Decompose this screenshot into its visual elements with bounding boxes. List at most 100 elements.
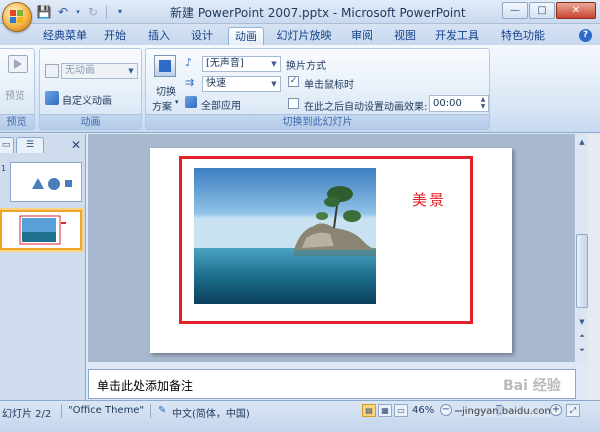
preview-group: 预览 预览 xyxy=(0,48,35,130)
slide-counter: 幻灯片 2/2 xyxy=(2,409,52,420)
transition-group-label: 切换到此幻灯片 xyxy=(146,114,489,129)
office-button[interactable] xyxy=(2,2,32,32)
slide-canvas[interactable]: 美景 xyxy=(150,148,512,353)
theme-name[interactable]: "Office Theme" xyxy=(68,405,144,416)
quick-access-toolbar: 💾 ↶ ▾ ↻ ▾ xyxy=(36,4,128,20)
chevron-down-icon: ▼ xyxy=(271,80,277,88)
slideshow-view-icon[interactable]: ▭ xyxy=(394,404,408,417)
spell-check-icon[interactable]: ✎ xyxy=(158,405,166,416)
zoom-out-icon[interactable]: − xyxy=(440,404,452,416)
baidu-watermark: Bai 经验 xyxy=(503,378,561,394)
customize-qat-icon[interactable]: ▾ xyxy=(112,4,128,20)
office-logo-icon xyxy=(10,10,24,24)
sound-combo[interactable]: [无声音] ▼ xyxy=(202,56,281,72)
apply-all-icon xyxy=(185,96,197,108)
speed-combo[interactable]: 快速 ▼ xyxy=(202,76,281,92)
preview-icon xyxy=(8,55,28,73)
tab-features[interactable]: 特色功能 xyxy=(495,27,551,45)
tab-home[interactable]: 开始 xyxy=(98,27,132,45)
tab-animation[interactable]: 动画 xyxy=(228,27,264,45)
circle-shape xyxy=(48,178,60,190)
save-icon[interactable]: 💾 xyxy=(36,4,52,20)
outline-tab[interactable]: ☰ xyxy=(16,137,44,153)
triangle-shape xyxy=(32,178,44,189)
ribbon-tabs: 经典菜单 开始 插入 设计 动画 幻灯片放映 审阅 视图 开发工具 特色功能 ? xyxy=(0,24,600,45)
watermark-url: jingyan.baidu.com xyxy=(462,406,555,417)
auto-after-time-input[interactable]: 00:00 ▲ ▼ xyxy=(429,95,489,112)
sound-combo-value: [无声音] xyxy=(206,58,244,69)
apply-all-button[interactable]: 全部应用 xyxy=(201,97,241,112)
scroll-thumb[interactable] xyxy=(576,234,588,308)
restore-button[interactable]: □ xyxy=(529,2,555,19)
slide-1-shapes xyxy=(32,178,72,190)
help-icon[interactable]: ? xyxy=(579,29,592,42)
animation-group-label: 动画 xyxy=(40,114,141,129)
close-icon[interactable]: ✕ xyxy=(71,138,81,152)
custom-animation-icon xyxy=(45,91,59,105)
animation-effect-icon xyxy=(45,64,59,78)
tab-insert[interactable]: 插入 xyxy=(142,27,176,45)
zoom-level[interactable]: 46% xyxy=(412,405,434,416)
chevron-down-icon: ▼ xyxy=(128,67,134,75)
zoom-in-icon[interactable]: + xyxy=(550,404,562,416)
transition-group: 切换 方案 ▾ ♪ [无声音] ▼ ⇉ 快速 ▼ 全部应用 换片方式 ✓ 单击鼠… xyxy=(145,48,490,130)
ribbon: 预览 预览 无动画 ▼ 自定义动画 动画 切换 方案 ▾ ♪ [无声音] ▼ ⇉… xyxy=(0,45,600,133)
slide-number-1: 1 xyxy=(1,164,7,173)
preview-group-label: 预览 xyxy=(0,114,34,129)
undo-icon[interactable]: ↶ xyxy=(55,4,71,20)
slide-thumbnail-1[interactable] xyxy=(10,162,82,202)
minimize-button[interactable]: — xyxy=(502,2,528,19)
previous-slide-icon[interactable]: ⏶ xyxy=(576,330,588,342)
transition-scheme-icon xyxy=(154,55,176,77)
scroll-down-icon[interactable]: ▼ xyxy=(576,316,588,328)
on-click-label: 单击鼠标时 xyxy=(304,80,354,91)
title-bar: 💾 ↶ ▾ ↻ ▾ 新建 PowerPoint 2007.pptx - Micr… xyxy=(0,0,600,32)
tab-design[interactable]: 设计 xyxy=(185,27,219,45)
window-title: 新建 PowerPoint 2007.pptx - Microsoft Powe… xyxy=(170,6,466,20)
transition-scheme-label[interactable]: 切换 xyxy=(156,83,176,98)
panel-tabs: ▭ ☰ ✕ xyxy=(0,136,86,154)
tab-view[interactable]: 视图 xyxy=(388,27,422,45)
slides-tab[interactable]: ▭ xyxy=(0,137,14,153)
on-click-checkbox[interactable]: ✓ xyxy=(288,76,299,87)
scroll-up-icon[interactable]: ▲ xyxy=(576,136,588,148)
slide-sorter-icon[interactable]: ▦ xyxy=(378,404,392,417)
chevron-down-icon: ▾ xyxy=(175,98,179,106)
next-slide-icon[interactable]: ⏷ xyxy=(576,344,588,356)
transition-scheme-label-2[interactable]: 方案 xyxy=(152,98,172,113)
slide-thumbnail-2[interactable] xyxy=(0,210,82,250)
advance-slide-title: 换片方式 xyxy=(286,61,326,72)
animation-group: 无动画 ▼ 自定义动画 动画 xyxy=(39,48,142,130)
tab-review[interactable]: 审阅 xyxy=(345,27,379,45)
status-bar: 幻灯片 2/2 "Office Theme" ✎ 中文(简体，中国) ▤ ▦ ▭… xyxy=(0,400,600,432)
speed-icon: ⇉ xyxy=(185,76,195,89)
animation-effect-combo[interactable]: 无动画 ▼ xyxy=(61,63,138,79)
tab-slideshow[interactable]: 幻灯片放映 xyxy=(272,27,336,45)
close-button[interactable]: ✕ xyxy=(556,2,596,19)
redo-icon[interactable]: ↻ xyxy=(85,4,101,20)
square-shape xyxy=(65,180,72,187)
slide-caption[interactable]: 美景 xyxy=(412,189,446,210)
tab-classic-menu[interactable]: 经典菜单 xyxy=(40,27,90,45)
auto-after-time-value: 00:00 xyxy=(433,98,462,109)
spin-arrows-icon[interactable]: ▲ ▼ xyxy=(478,96,488,111)
language-indicator[interactable]: 中文(简体，中国) xyxy=(172,405,250,420)
tab-developer[interactable]: 开发工具 xyxy=(432,27,482,45)
slide-workspace: 美景 xyxy=(88,134,574,362)
slides-panel: ▭ ☰ ✕ 1 2 xyxy=(0,134,86,400)
auto-after-label: 在此之后自动设置动画效果: xyxy=(304,102,428,113)
chevron-down-icon: ▼ xyxy=(271,60,277,68)
window-controls: — □ ✕ xyxy=(502,2,596,19)
fit-slide-icon[interactable]: ⤢ xyxy=(566,404,580,417)
vertical-scrollbar[interactable]: ▲ ▼ ⏶ ⏷ xyxy=(574,134,588,362)
notes-placeholder[interactable]: 单击此处添加备注 xyxy=(97,377,193,394)
notes-pane[interactable]: 单击此处添加备注 Bai 经验 xyxy=(88,369,576,399)
preview-button[interactable]: 预览 xyxy=(5,87,25,102)
normal-view-icon[interactable]: ▤ xyxy=(362,404,376,417)
custom-animation-button[interactable]: 自定义动画 xyxy=(62,92,112,107)
sound-icon: ♪ xyxy=(185,56,193,69)
auto-after-checkbox[interactable] xyxy=(288,98,299,109)
undo-dropdown-icon[interactable]: ▾ xyxy=(74,4,82,20)
landscape-photo[interactable] xyxy=(194,168,376,304)
slide-2-preview xyxy=(19,215,66,245)
